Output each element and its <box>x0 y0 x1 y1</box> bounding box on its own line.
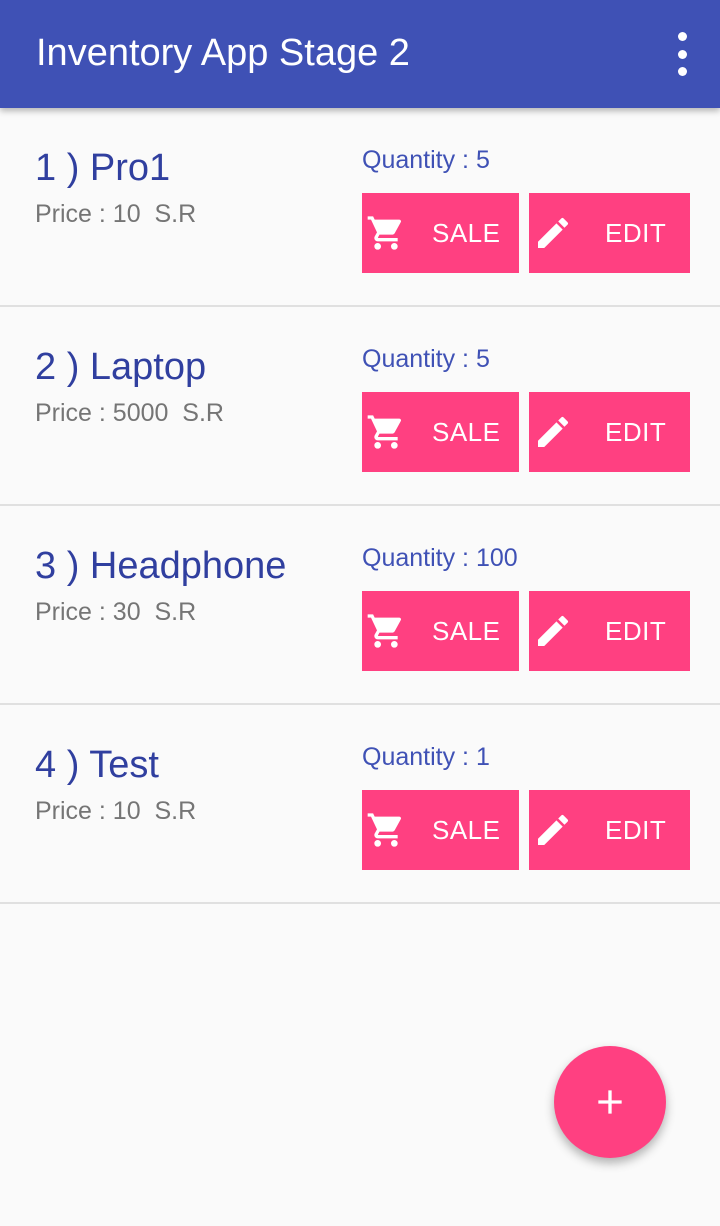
shopping-cart-icon <box>367 415 402 449</box>
sale-label: SALE <box>432 218 501 248</box>
edit-label: EDIT <box>605 815 667 845</box>
sale-label: SALE <box>432 417 501 447</box>
product-price: Price : 30 S.R <box>35 598 197 626</box>
shopping-cart-icon <box>367 614 402 648</box>
sale-button[interactable]: SALE <box>362 591 519 671</box>
more-dot <box>677 32 687 41</box>
add-icon <box>598 1090 622 1114</box>
product-quantity: Quantity : 5 <box>362 146 490 174</box>
sale-button[interactable]: SALE <box>362 392 519 472</box>
more-vert-icon[interactable] <box>670 32 694 76</box>
more-dot <box>677 67 687 76</box>
pencil-icon <box>538 814 569 845</box>
product-name: 3 ) Headphone <box>35 545 287 587</box>
edit-label: EDIT <box>605 218 667 248</box>
edit-button[interactable]: EDIT <box>529 193 690 273</box>
pencil-icon <box>538 615 569 646</box>
shopping-cart-icon <box>367 813 402 847</box>
product-price: Price : 5000 S.R <box>35 399 224 427</box>
sale-label: SALE <box>432 815 501 845</box>
add-product-button[interactable] <box>554 1046 666 1158</box>
product-name: 2 ) Laptop <box>35 346 207 388</box>
edit-label: EDIT <box>605 616 667 646</box>
edit-button[interactable]: EDIT <box>529 591 690 671</box>
product-name: 1 ) Pro1 <box>35 147 171 189</box>
product-row[interactable]: 1 ) Pro1 Price : 10 S.R Quantity : 5 SAL… <box>0 108 720 307</box>
product-quantity: Quantity : 1 <box>362 743 490 771</box>
product-price: Price : 10 S.R <box>35 797 197 825</box>
product-price: Price : 10 S.R <box>35 200 197 228</box>
shopping-cart-icon <box>367 216 402 250</box>
edit-button[interactable]: EDIT <box>529 392 690 472</box>
sale-button[interactable]: SALE <box>362 193 519 273</box>
more-dot <box>677 49 687 59</box>
pencil-icon <box>538 217 569 248</box>
edit-button[interactable]: EDIT <box>529 790 690 870</box>
product-row[interactable]: 2 ) Laptop Price : 5000 S.R Quantity : 5… <box>0 307 720 506</box>
product-name: 4 ) Test <box>35 744 159 786</box>
product-list: 1 ) Pro1 Price : 10 S.R Quantity : 5 SAL… <box>0 108 720 904</box>
product-quantity: Quantity : 100 <box>362 544 518 572</box>
pencil-icon <box>538 416 569 447</box>
product-quantity: Quantity : 5 <box>362 345 490 373</box>
product-row[interactable]: 3 ) Headphone Price : 30 S.R Quantity : … <box>0 506 720 705</box>
app-title: Inventory App Stage 2 <box>36 32 410 74</box>
product-row[interactable]: 4 ) Test Price : 10 S.R Quantity : 1 SAL… <box>0 705 720 904</box>
edit-label: EDIT <box>605 417 667 447</box>
app-bar: Inventory App Stage 2 <box>0 0 720 108</box>
sale-button[interactable]: SALE <box>362 790 519 870</box>
sale-label: SALE <box>432 616 501 646</box>
